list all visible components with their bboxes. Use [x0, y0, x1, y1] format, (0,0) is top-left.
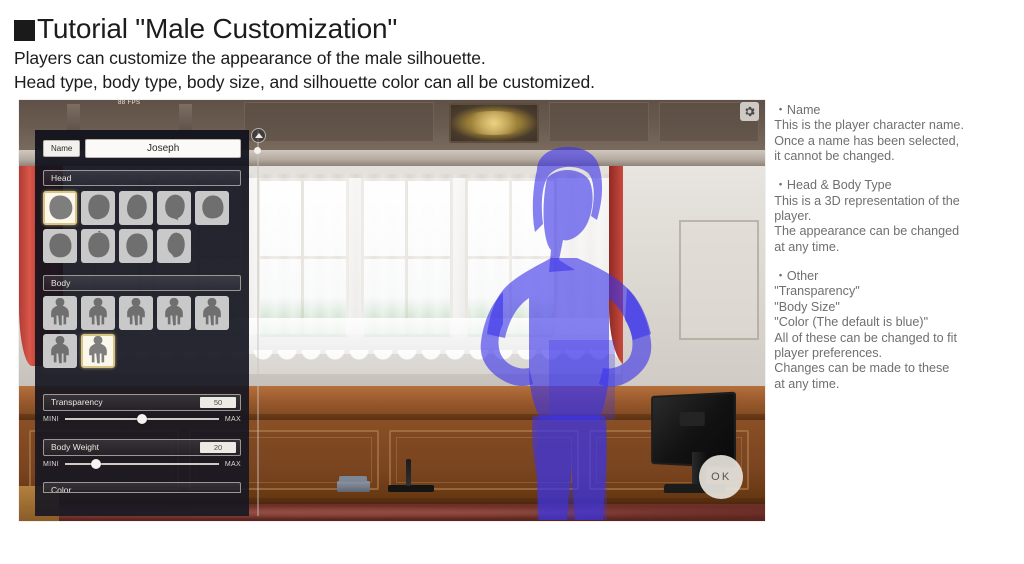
transparency-slider[interactable]: Transparency 50 MINI MAX	[43, 393, 241, 425]
info-panel: ・Name This is the player character name. O…	[774, 103, 1024, 406]
slide-subtitle: Players can customize the appearance of …	[14, 47, 1024, 95]
info-line: "Body Size"	[774, 299, 840, 314]
stapler	[337, 475, 370, 492]
info-group-heading: ・Other	[774, 269, 819, 284]
transparency-track[interactable]	[64, 414, 219, 425]
body-weight-track-row[interactable]: MINI MAX	[43, 459, 241, 470]
body-thumbnail-6[interactable]	[81, 333, 115, 368]
head-thumbnail-0[interactable]	[43, 190, 77, 225]
info-line: Once a name has been selected,	[774, 133, 960, 148]
info-line: This is a 3D representation of the	[774, 193, 960, 208]
desk-drawer-panel	[389, 429, 579, 490]
head-thumbnail-7[interactable]	[119, 228, 153, 263]
gear-icon[interactable]	[740, 101, 760, 121]
head-thumbnail-5[interactable]	[43, 228, 77, 263]
head-thumbnail-grid[interactable]	[43, 190, 241, 263]
window-pane	[257, 177, 349, 340]
info-line: "Color (The default is blue)"	[774, 315, 929, 330]
head-thumbnail-2[interactable]	[119, 190, 153, 225]
info-group-1: ・Head & Body Type This is a 3D representa…	[774, 178, 1024, 255]
head-section-label: Head	[43, 169, 241, 186]
transparency-knob[interactable]	[136, 414, 147, 425]
body-thumbnail-3[interactable]	[157, 295, 191, 330]
slide-content: 88 FPS OK Name Joseph Head Body Transpar…	[0, 95, 1024, 521]
name-input[interactable]: Joseph	[85, 138, 241, 158]
panel-scrollbar[interactable]	[257, 129, 259, 516]
transparency-max-label: MAX	[224, 415, 241, 423]
subtitle-line-1: Players can customize the appearance of …	[14, 48, 486, 69]
head-thumbnail-6[interactable]	[81, 228, 115, 263]
info-line: at any time.	[774, 239, 840, 254]
wall-crest-ornament	[449, 102, 539, 143]
body-weight-min-label: MINI	[43, 460, 59, 468]
color-section-label[interactable]: Color	[43, 481, 241, 493]
body-weight-slider-header: Body Weight 20	[43, 438, 241, 456]
head-thumbnail-3[interactable]	[157, 190, 191, 225]
body-weight-max-label: MAX	[224, 460, 241, 468]
game-screenshot: 88 FPS OK Name Joseph Head Body Transpar…	[19, 99, 766, 521]
wall-panel	[244, 101, 434, 142]
title-text: Tutorial "Male Customization"	[37, 13, 398, 44]
page-title: Tutorial "Male Customization"	[14, 13, 1024, 44]
info-line: it cannot be changed.	[774, 148, 895, 163]
info-line: player.	[774, 208, 812, 223]
customization-panel: Name Joseph Head Body Transparency 50 MI…	[35, 129, 249, 516]
info-group-heading: ・Name	[774, 102, 821, 117]
name-row: Name Joseph	[43, 138, 241, 158]
body-thumbnail-grid[interactable]	[43, 295, 241, 368]
transparency-slider-header: Transparency 50	[43, 393, 241, 411]
body-thumbnail-0[interactable]	[43, 295, 77, 330]
info-line: "Transparency"	[774, 284, 860, 299]
info-group-0: ・Name This is the player character name. O…	[774, 103, 1024, 164]
ok-button[interactable]: OK	[699, 454, 744, 499]
body-thumbnail-5[interactable]	[43, 333, 77, 368]
body-thumbnail-4[interactable]	[195, 295, 229, 330]
info-group-heading: ・Head & Body Type	[774, 178, 892, 193]
info-group-2: ・Other "Transparency" "Body Size" "Color (T…	[774, 269, 1024, 392]
info-line: at any time.	[774, 376, 840, 391]
window-pane	[465, 177, 557, 340]
head-thumbnail-4[interactable]	[195, 190, 229, 225]
chevron-up-icon[interactable]	[251, 127, 266, 143]
fps-counter: 88 FPS	[118, 99, 141, 106]
slide-header: Tutorial "Male Customization" Players ca…	[0, 0, 1024, 95]
pen-holder	[388, 458, 434, 492]
body-weight-value: 20	[200, 441, 236, 453]
right-wall-panel	[679, 219, 759, 340]
window-pane	[361, 177, 453, 340]
body-weight-slider[interactable]: Body Weight 20 MINI MAX	[43, 438, 241, 470]
info-line: This is the player character name.	[774, 118, 964, 133]
head-thumbnail-1[interactable]	[81, 190, 115, 225]
subtitle-line-2: Head type, body type, body size, and sil…	[14, 72, 595, 93]
name-label: Name	[43, 139, 81, 157]
info-line: All of these can be changed to fit	[774, 330, 957, 345]
body-weight-track[interactable]	[64, 459, 219, 470]
wall-panel	[549, 101, 649, 142]
title-bullet-square	[14, 20, 35, 42]
body-thumbnail-1[interactable]	[81, 295, 115, 330]
transparency-label: Transparency	[51, 397, 103, 408]
head-thumbnail-8[interactable]	[157, 228, 191, 263]
body-section-label: Body	[43, 274, 241, 291]
info-line: player preferences.	[774, 345, 883, 360]
transparency-min-label: MINI	[43, 415, 59, 423]
body-thumbnail-2[interactable]	[119, 295, 153, 330]
info-line: The appearance can be changed	[774, 224, 960, 239]
info-line: Changes can be made to these	[774, 361, 950, 376]
transparency-track-row[interactable]: MINI MAX	[43, 414, 241, 425]
body-weight-knob[interactable]	[90, 459, 101, 470]
body-weight-label: Body Weight	[51, 442, 100, 453]
transparency-value: 50	[200, 396, 236, 408]
scrollbar-thumb[interactable]	[254, 146, 261, 154]
